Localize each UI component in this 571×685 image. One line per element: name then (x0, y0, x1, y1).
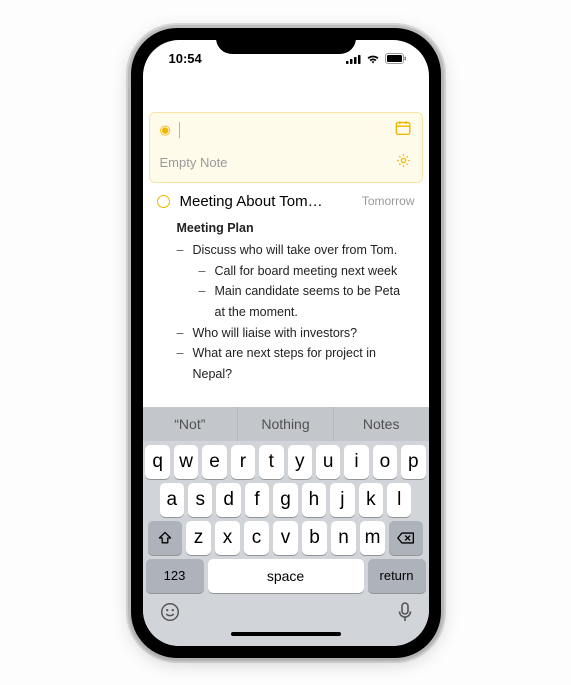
key-p[interactable]: p (401, 445, 425, 479)
text-cursor (179, 122, 180, 138)
keyboard: “Not” Nothing Notes q w e r t y u i o p … (143, 407, 429, 646)
note-list-item[interactable]: Meeting About Tom… Tomorrow (143, 183, 429, 214)
calendar-icon[interactable] (394, 119, 412, 142)
key-j[interactable]: j (330, 483, 354, 517)
note-title: Meeting About Tom… (180, 193, 352, 210)
key-w[interactable]: w (174, 445, 198, 479)
compose-note-card[interactable]: ◉ Empty Note (149, 112, 423, 183)
note-body[interactable]: Meeting Plan –Discuss who will take over… (143, 214, 429, 407)
key-o[interactable]: o (373, 445, 397, 479)
emoji-icon[interactable] (159, 601, 181, 628)
note-date: Tomorrow (362, 194, 415, 208)
suggestion-bar: “Not” Nothing Notes (143, 407, 429, 441)
cellular-signal-icon (346, 54, 361, 64)
key-v[interactable]: v (273, 521, 298, 555)
suggestion[interactable]: Nothing (238, 407, 334, 441)
key-backspace[interactable] (389, 521, 423, 555)
note-placeholder: Empty Note (160, 155, 228, 170)
key-i[interactable]: i (344, 445, 368, 479)
mic-icon[interactable] (397, 601, 413, 628)
key-k[interactable]: k (359, 483, 383, 517)
key-f[interactable]: f (245, 483, 269, 517)
key-y[interactable]: y (288, 445, 312, 479)
note-bullet: Call for board meeting next week (215, 261, 398, 282)
key-a[interactable]: a (160, 483, 184, 517)
bullet-ring-icon (157, 195, 170, 208)
key-m[interactable]: m (360, 521, 385, 555)
note-bullet: Who will liaise with investors? (193, 323, 358, 344)
key-d[interactable]: d (216, 483, 240, 517)
note-bullet: Main candidate seems to be Peta at the m… (215, 281, 413, 322)
key-r[interactable]: r (231, 445, 255, 479)
battery-icon (385, 53, 407, 64)
key-u[interactable]: u (316, 445, 340, 479)
key-b[interactable]: b (302, 521, 327, 555)
key-c[interactable]: c (244, 521, 269, 555)
notch (216, 28, 356, 54)
key-e[interactable]: e (202, 445, 226, 479)
note-heading: Meeting Plan (177, 218, 413, 239)
nav-bar (143, 78, 429, 112)
status-time: 10:54 (169, 51, 202, 66)
key-n[interactable]: n (331, 521, 356, 555)
gear-icon[interactable] (395, 152, 412, 174)
key-q[interactable]: q (145, 445, 169, 479)
wifi-icon (366, 54, 380, 64)
suggestion[interactable]: Notes (334, 407, 429, 441)
key-l[interactable]: l (387, 483, 411, 517)
key-g[interactable]: g (273, 483, 297, 517)
suggestion[interactable]: “Not” (143, 407, 239, 441)
key-x[interactable]: x (215, 521, 240, 555)
key-z[interactable]: z (186, 521, 211, 555)
key-shift[interactable] (148, 521, 182, 555)
iphone-device-frame: 10:54 ◉ (131, 28, 441, 658)
key-s[interactable]: s (188, 483, 212, 517)
key-numbers[interactable]: 123 (146, 559, 204, 593)
key-return[interactable]: return (368, 559, 426, 593)
key-space[interactable]: space (208, 559, 364, 593)
bullet-filled-icon: ◉ (160, 122, 171, 138)
note-bullet: What are next steps for project in Nepal… (193, 343, 413, 384)
home-indicator[interactable] (231, 632, 341, 636)
key-h[interactable]: h (302, 483, 326, 517)
key-t[interactable]: t (259, 445, 283, 479)
screen: 10:54 ◉ (143, 40, 429, 646)
note-bullet: Discuss who will take over from Tom. (193, 240, 398, 261)
